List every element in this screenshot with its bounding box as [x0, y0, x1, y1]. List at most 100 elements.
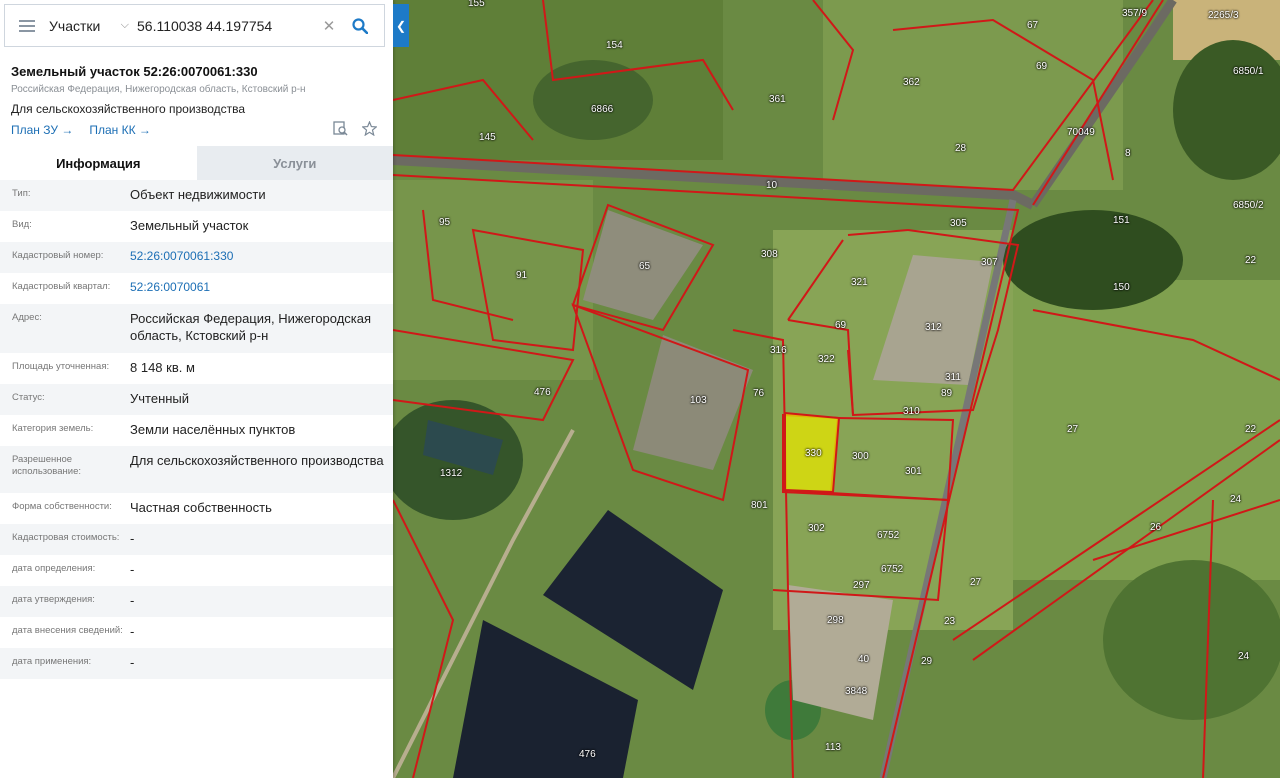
tab-services[interactable]: Услуги [196, 146, 393, 180]
parcel-label[interactable]: 3848 [845, 686, 867, 697]
parcel-label[interactable]: 150 [1113, 282, 1130, 293]
parcel-label[interactable]: 6752 [877, 530, 899, 541]
parcel-label[interactable]: 6866 [591, 104, 613, 115]
parcel-purpose: Для сельскохозяйственного производства [11, 102, 246, 116]
parcel-label[interactable]: 27 [970, 577, 981, 588]
info-table: Тип: Объект недвижимости Вид: Земельный уч… [0, 180, 393, 679]
row-label: Вид: [12, 219, 32, 230]
parcel-label[interactable]: 357/9 [1122, 8, 1147, 19]
row-label: дата определения: [12, 563, 96, 574]
parcel-label[interactable]: 155 [468, 0, 485, 9]
collapse-panel-button[interactable]: ❮ [393, 4, 409, 47]
parcel-label[interactable]: 91 [516, 270, 527, 281]
table-row: дата определения: - [0, 555, 393, 586]
parcel-label[interactable]: 23 [944, 616, 955, 627]
layer-select-value: Участки [49, 17, 101, 34]
hamburger-menu-icon[interactable] [5, 5, 49, 46]
parcel-label[interactable]: 76 [753, 388, 764, 399]
plan-kk-link[interactable]: План КК → [89, 123, 151, 137]
parcel-label[interactable]: 145 [479, 132, 496, 143]
parcel-label[interactable]: 24 [1230, 494, 1241, 505]
parcel-label[interactable]: 69 [835, 320, 846, 331]
parcel-label[interactable]: 151 [1113, 215, 1130, 226]
parcel-label[interactable]: 801 [751, 500, 768, 511]
forest-area [1003, 210, 1183, 310]
parcel-label[interactable]: 22 [1245, 255, 1256, 266]
row-value: Объект недвижимости [130, 187, 266, 202]
parcel-label[interactable]: 113 [825, 742, 841, 753]
parcel-label[interactable]: 40 [858, 654, 869, 665]
clear-icon[interactable]: ✕ [317, 17, 341, 35]
parcel-label[interactable]: 89 [941, 388, 952, 399]
parcel-label[interactable]: 361 [769, 94, 786, 105]
row-value: 8 148 кв. м [130, 360, 195, 375]
parcel-address-short: Российская Федерация, Нижегородская обла… [11, 84, 306, 95]
tab-bar: Информация Услуги [0, 146, 393, 180]
parcel-label[interactable]: 6752 [881, 564, 903, 575]
document-search-icon[interactable] [333, 121, 348, 141]
parcel-label[interactable]: 476 [579, 749, 596, 760]
parcel-label[interactable]: 362 [903, 77, 920, 88]
parcel-label[interactable]: 27 [1067, 424, 1078, 435]
parcel-label[interactable]: 6850/1 [1233, 66, 1264, 77]
row-value: - [130, 531, 135, 546]
parcel-label[interactable]: 316 [770, 345, 787, 356]
table-row: Статус: Учтенный [0, 384, 393, 415]
parcel-label[interactable]: 65 [639, 261, 650, 272]
row-label: Кадастровый номер: [12, 250, 104, 261]
parcel-label[interactable]: 95 [439, 217, 450, 228]
tab-info[interactable]: Информация [0, 146, 197, 180]
favorite-star-icon[interactable] [361, 120, 378, 141]
table-row: Вид: Земельный участок [0, 211, 393, 242]
parcel-label[interactable]: 70049 [1067, 127, 1095, 138]
parcel-label[interactable]: 310 [903, 406, 920, 417]
parcel-label[interactable]: 154 [606, 40, 623, 51]
search-icon[interactable] [341, 17, 379, 34]
parcel-label[interactable]: 476 [534, 387, 551, 398]
table-row: Кадастровая стоимость: - [0, 524, 393, 555]
parcel-label[interactable]: 69 [1036, 61, 1047, 72]
forest-area [1103, 560, 1280, 720]
parcel-label[interactable]: 311 [945, 372, 961, 383]
parcel-label[interactable]: 26 [1150, 522, 1161, 533]
parcel-label[interactable]: 321 [851, 277, 868, 288]
cadastral-quarter-link[interactable]: 52:26:0070061 [130, 279, 393, 296]
parcel-label[interactable]: 312 [925, 322, 942, 333]
parcel-label[interactable]: 29 [921, 656, 932, 667]
search-input[interactable] [135, 17, 317, 34]
parcel-label[interactable]: 297 [853, 580, 870, 591]
info-panel: Участки ⌵ ✕ Земельный участок 52:26:0070… [0, 0, 393, 778]
parcel-label[interactable]: 24 [1238, 651, 1249, 662]
parcel-label[interactable]: 307 [981, 257, 998, 268]
row-value: Учтенный [130, 391, 190, 406]
layer-select[interactable]: Участки ⌵ [49, 18, 135, 34]
table-row: дата внесения сведений: - [0, 617, 393, 648]
table-row: Категория земель: Земли населённых пункто… [0, 415, 393, 446]
map-canvas[interactable] [393, 0, 1280, 778]
parcel-label[interactable]: 300 [852, 451, 869, 462]
row-value: - [130, 655, 135, 670]
field-area [993, 280, 1280, 580]
plan-zu-link[interactable]: План ЗУ → [11, 123, 73, 137]
parcel-label[interactable]: 22 [1245, 424, 1256, 435]
parcel-label[interactable]: 302 [808, 523, 825, 534]
parcel-label[interactable]: 103 [690, 395, 707, 406]
row-value: Российская Федерация, Нижегородская обла… [130, 311, 372, 343]
cadastral-number-link[interactable]: 52:26:0070061:330 [130, 248, 393, 265]
parcel-label[interactable]: 322 [818, 354, 835, 365]
selected-parcel-label[interactable]: 330 [805, 448, 822, 459]
row-label: дата утверждения: [12, 594, 95, 605]
parcel-label[interactable]: 301 [905, 466, 922, 477]
parcel-label[interactable]: 10 [766, 180, 777, 191]
field-area [823, 0, 1123, 190]
parcel-label[interactable]: 28 [955, 143, 966, 154]
parcel-label[interactable]: 1312 [440, 468, 462, 479]
map-view[interactable]: 155 154 361 362 67 69 357/9 2265/3 6850/… [393, 0, 1280, 778]
parcel-label[interactable]: 8 [1125, 148, 1131, 159]
parcel-label[interactable]: 298 [827, 615, 844, 626]
parcel-label[interactable]: 305 [950, 218, 967, 229]
parcel-label[interactable]: 308 [761, 249, 778, 260]
parcel-label[interactable]: 67 [1027, 20, 1038, 31]
parcel-label[interactable]: 6850/2 [1233, 200, 1264, 211]
parcel-label[interactable]: 2265/3 [1208, 10, 1239, 21]
